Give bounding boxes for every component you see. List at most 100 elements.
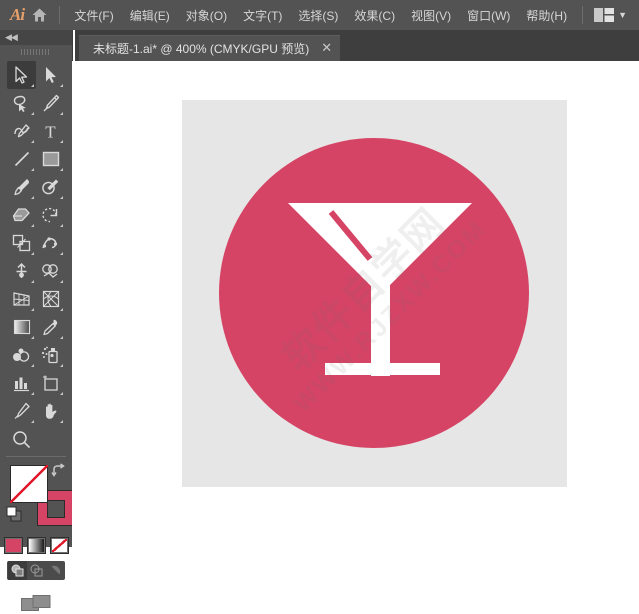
menu-effect[interactable]: 效果(C) [346,3,403,28]
menu-window[interactable]: 窗口(W) [459,3,518,28]
document-tab-label: 未标题-1.ai* @ 400% (CMYK/GPU 预览) [93,40,309,57]
zoom-tool[interactable] [7,425,65,453]
draw-inside-button[interactable] [46,561,65,580]
app-logo: Ai [0,0,28,30]
menu-edit[interactable]: 编辑(E) [122,3,178,28]
workspace-switcher-button[interactable]: ▼ [590,5,631,25]
curvature-tool[interactable] [7,117,36,145]
menu-bar: Ai 文件(F) 编辑(E) 对象(O) 文字(T) 选择(S) 效果(C) 视… [0,0,639,30]
tool-corner-marker [31,336,34,339]
slice-tool[interactable] [7,397,36,425]
document-tab[interactable]: 未标题-1.ai* @ 400% (CMYK/GPU 预览) ✕ [79,35,340,61]
tool-list: T [0,59,72,453]
default-fill-stroke-icon[interactable] [6,506,22,527]
tool-corner-marker [60,364,63,367]
menu-help[interactable]: 帮助(H) [518,3,575,28]
rotate-tool[interactable] [36,201,65,229]
gradient-button[interactable] [27,537,46,554]
tool-corner-marker [60,392,63,395]
free-transform-tool[interactable] [7,257,36,285]
none-button[interactable] [50,537,69,554]
fill-stroke-controls [0,461,72,533]
screen-mode-button[interactable] [0,594,72,614]
tool-corner-marker [60,84,63,87]
tool-corner-marker [60,224,63,227]
hand-tool[interactable] [36,397,65,425]
stroke-swatch-inner [47,500,65,518]
fill-swatch[interactable] [10,465,48,503]
tool-corner-marker [60,280,63,283]
chevron-down-icon: ▼ [618,11,627,20]
tool-corner-marker [60,196,63,199]
menu-object[interactable]: 对象(O) [178,3,235,28]
tool-corner-marker [31,196,34,199]
close-icon[interactable]: ✕ [321,42,332,55]
tool-corner-marker [60,308,63,311]
tool-corner-marker [31,308,34,311]
symbol-sprayer-tool[interactable] [36,341,65,369]
home-icon[interactable] [28,0,52,30]
tool-corner-marker [60,140,63,143]
drawing-mode-buttons [7,561,65,580]
column-graph-tool[interactable] [7,369,36,397]
paintbrush-tool[interactable] [7,173,36,201]
document-tab-bar: 未标题-1.ai* @ 400% (CMYK/GPU 预览) ✕ [75,30,639,61]
direct-selection-tool[interactable] [36,61,65,89]
tool-corner-marker [31,224,34,227]
tool-corner-marker [31,252,34,255]
glass-stem [371,280,390,376]
workspace-grid-icon [594,8,614,22]
tools-panel-header[interactable]: ◀◀ [0,30,72,45]
width-tool[interactable] [36,229,65,257]
collapse-panel-icon[interactable]: ◀◀ [5,33,17,42]
eyedropper-tool[interactable] [36,313,65,341]
artboard-tool[interactable] [36,369,65,397]
tool-corner-marker [31,420,34,423]
draw-behind-button[interactable] [27,561,46,580]
tool-corner-marker [31,280,34,283]
tools-panel: ◀◀ [0,30,73,547]
tool-corner-marker [60,420,63,423]
tool-corner-marker [60,252,63,255]
pen-tool[interactable] [36,89,65,117]
type-tool[interactable]: T [36,117,65,145]
eraser-tool[interactable] [7,201,36,229]
glass-base [325,363,440,375]
mesh-tool[interactable] [36,285,65,313]
line-segment-tool[interactable] [7,145,36,173]
tool-corner-marker [31,84,34,87]
menu-item-list: 文件(F) 编辑(E) 对象(O) 文字(T) 选择(S) 效果(C) 视图(V… [66,3,575,28]
tool-corner-marker [31,392,34,395]
tools-panel-separator [6,456,66,457]
menubar-right-group: ▼ [575,5,639,25]
color-button[interactable] [4,537,23,554]
draw-normal-button[interactable] [8,561,27,580]
menubar-divider [59,6,60,24]
selection-tool[interactable] [7,61,36,89]
canvas-area[interactable]: 软件自学网 WWW.RJZXW.COM [72,61,639,547]
menu-type[interactable]: 文字(T) [235,3,290,28]
tool-corner-marker [60,168,63,171]
blend-tool[interactable] [7,341,36,369]
rectangle-tool[interactable] [36,145,65,173]
tool-corner-marker [60,112,63,115]
lasso-tool[interactable] [7,89,36,117]
scale-tool[interactable] [7,229,36,257]
color-mode-buttons [0,537,72,554]
menu-select[interactable]: 选择(S) [290,3,346,28]
tool-corner-marker [60,336,63,339]
tool-corner-marker [31,140,34,143]
swap-fill-stroke-icon[interactable] [51,463,66,482]
cocktail-glass-icon[interactable] [182,100,567,487]
menu-view[interactable]: 视图(V) [403,3,459,28]
shape-builder-tool[interactable] [36,257,65,285]
tool-corner-marker [31,112,34,115]
shaper-tool[interactable] [36,173,65,201]
menu-file[interactable]: 文件(F) [66,3,121,28]
panel-drag-handle[interactable] [0,45,72,59]
tool-corner-marker [31,168,34,171]
svg-text:T: T [45,123,56,140]
perspective-grid-tool[interactable] [7,285,36,313]
gradient-tool[interactable] [7,313,36,341]
artboard[interactable]: 软件自学网 WWW.RJZXW.COM [182,100,567,487]
